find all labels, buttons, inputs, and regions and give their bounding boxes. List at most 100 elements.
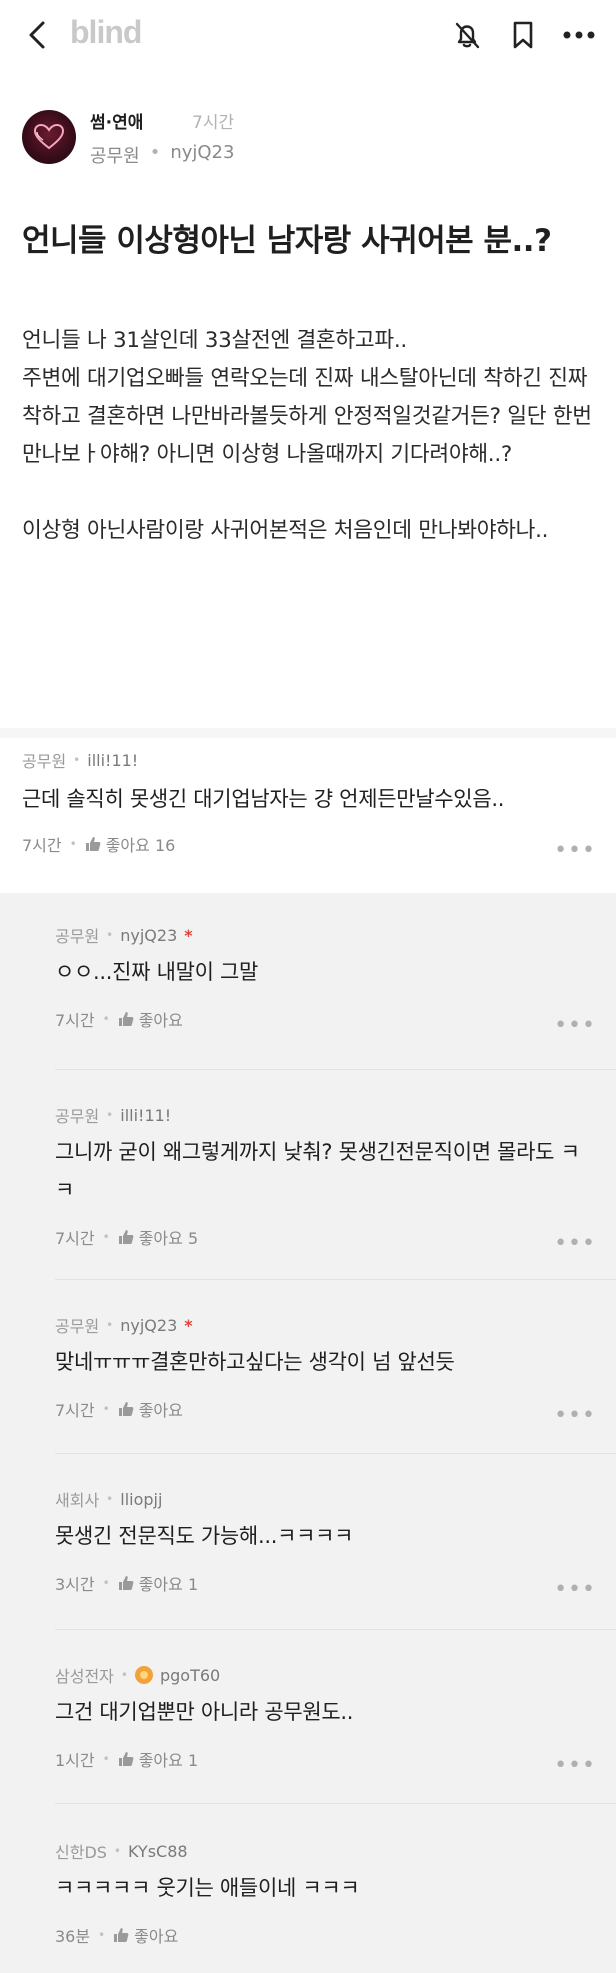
like-label: 좋아요 <box>138 1011 183 1030</box>
like-button[interactable]: 좋아요 <box>113 1923 178 1947</box>
reply-footer: 36분 • 좋아요 <box>55 1923 178 1947</box>
like-button[interactable]: 좋아요 1 <box>118 1571 198 1595</box>
separator-dot: • <box>106 928 114 942</box>
thumbs-up-icon <box>118 1752 134 1766</box>
comment-meta: 공무원 • illi!11! <box>22 748 138 772</box>
reply-thread: 공무원 • nyjQ23 * ㅇㅇ...진짜 내말이 그말 7시간 • 좋아요 … <box>0 893 616 1973</box>
top-bar: blind <box>0 0 616 70</box>
comment-time: 7시간 <box>22 836 62 855</box>
separator-dot: • <box>120 1668 128 1682</box>
like-label: 좋아요 16 <box>105 836 176 855</box>
like-label: 좋아요 <box>134 1927 179 1946</box>
section-divider <box>0 728 616 738</box>
reply-more-icon[interactable]: ••• <box>554 1013 596 1038</box>
reply-footer: 7시간 • 좋아요 <box>55 1397 183 1421</box>
comment-more-icon[interactable]: ••• <box>554 838 596 863</box>
like-button[interactable]: 좋아요 <box>118 1007 183 1031</box>
reply-more-icon[interactable]: ••• <box>554 1231 596 1256</box>
like-label: 좋아요 1 <box>138 1575 199 1594</box>
reply-more-icon[interactable]: ••• <box>554 1753 596 1778</box>
separator-dot: • <box>106 1108 114 1122</box>
reply-time: 7시간 <box>55 1401 95 1420</box>
reply-company: 공무원 <box>55 1107 100 1126</box>
reply-text: 그건 대기업뿐만 아니라 공무원도.. <box>55 1700 354 1724</box>
post-time: 7시간 <box>192 113 235 133</box>
reply-company: 새회사 <box>55 1491 100 1510</box>
reply-meta: 공무원 • nyjQ23 * <box>55 923 616 947</box>
reply-divider <box>55 1069 616 1070</box>
separator-dot: • <box>98 1928 106 1942</box>
like-label: 좋아요 5 <box>138 1229 199 1248</box>
reply-item: 공무원 • nyjQ23 * <box>55 923 616 947</box>
user-badge-icon <box>134 1666 153 1684</box>
comment-company: 공무원 <box>22 752 67 771</box>
thumbs-up-icon <box>118 1576 134 1590</box>
post-header: 썸·연애 7시간 공무원 • nyjQ23 <box>22 108 602 170</box>
reply-more-icon[interactable]: ••• <box>554 1403 596 1428</box>
post-body: 언니들 나 31살인데 33살전엔 결혼하고파.. 주변에 대기업오빠들 연락오… <box>22 328 592 543</box>
like-button[interactable]: 좋아요 <box>118 1397 183 1421</box>
reply-time: 7시간 <box>55 1229 95 1248</box>
separator-dot: • <box>106 1318 114 1332</box>
reply-meta: 새회사 • lliopjj <box>55 1487 162 1511</box>
separator-dot: • <box>102 1752 110 1766</box>
thumbs-up-icon <box>118 1012 134 1026</box>
reply-text: 못생긴 전문직도 가능해...ㅋㅋㅋㅋ <box>55 1524 354 1548</box>
reply-time: 7시간 <box>55 1011 95 1030</box>
reply-divider <box>55 1279 616 1280</box>
more-options-icon[interactable] <box>560 16 598 54</box>
reply-text: 그니까 굳이 왜그렇게까지 낮춰? 못생긴전문직이면 몰라도 ㅋㅋ <box>55 1140 580 1202</box>
notification-off-icon[interactable] <box>448 16 486 54</box>
separator-dot: • <box>102 1576 110 1590</box>
reply-nickname: pgoT60 <box>159 1665 221 1685</box>
like-label: 좋아요 1 <box>138 1751 199 1770</box>
author-mark: * <box>184 925 193 945</box>
reply-footer: 7시간 • 좋아요 5 <box>55 1225 198 1249</box>
comment-text: 근데 솔직히 못생긴 대기업남자는 걍 언제든만날수있음.. <box>22 787 505 811</box>
like-label: 좋아요 <box>138 1401 183 1420</box>
thumbs-up-icon <box>118 1230 134 1244</box>
like-button[interactable]: 좋아요 5 <box>118 1225 198 1249</box>
reply-text: ㅇㅇ...진짜 내말이 그말 <box>55 960 259 984</box>
author-nickname: nyjQ23 <box>170 142 235 163</box>
reply-footer: 3시간 • 좋아요 1 <box>55 1571 198 1595</box>
reply-more-icon[interactable]: ••• <box>554 1577 596 1602</box>
separator-dot: • <box>73 753 81 767</box>
channel-avatar[interactable] <box>22 110 76 164</box>
like-button[interactable]: 좋아요 1 <box>118 1747 198 1771</box>
author-mark: * <box>184 1315 193 1335</box>
reply-company: 공무원 <box>55 927 100 946</box>
reply-divider <box>55 1629 616 1630</box>
reply-footer: 1시간 • 좋아요 1 <box>55 1747 198 1771</box>
reply-time: 1시간 <box>55 1751 95 1770</box>
reply-company: 신한DS <box>55 1843 107 1862</box>
reply-nickname: KYsC88 <box>128 1841 188 1861</box>
reply-nickname: illi!11! <box>120 1105 172 1125</box>
reply-nickname: lliopjj <box>120 1489 163 1509</box>
reply-company: 공무원 <box>55 1317 100 1336</box>
bookmark-icon[interactable] <box>504 16 542 54</box>
comment-nickname: illi!11! <box>87 750 139 770</box>
post-title: 언니들 이상형아닌 남자랑 사귀어본 분..? <box>22 223 552 259</box>
separator-dot: • <box>102 1402 110 1416</box>
separator-dot: • <box>69 837 77 851</box>
channel-name[interactable]: 썸·연애 <box>90 108 143 133</box>
reply-company: 삼성전자 <box>55 1667 114 1686</box>
author-company: 공무원 <box>90 146 140 167</box>
reply-meta: 공무원 • nyjQ23 * <box>55 1313 193 1337</box>
reply-meta: 공무원 • illi!11! <box>55 1103 171 1127</box>
like-button[interactable]: 좋아요 16 <box>85 832 176 856</box>
comment: 공무원 • illi!11! 근데 솔직히 못생긴 대기업남자는 걍 언제든만날… <box>0 738 616 893</box>
reply-divider <box>55 1803 616 1804</box>
reply-nickname: nyjQ23 <box>120 925 178 945</box>
reply-nickname: nyjQ23 <box>120 1315 178 1335</box>
separator-dot: • <box>113 1844 121 1858</box>
thumbs-up-icon <box>85 837 101 851</box>
back-arrow-icon[interactable] <box>22 18 56 52</box>
author-line: 공무원 • nyjQ23 <box>90 142 234 168</box>
reply-time: 3시간 <box>55 1575 95 1594</box>
reply-meta: 삼성전자 • pgoT60 <box>55 1663 220 1687</box>
reply-divider <box>55 1453 616 1454</box>
app-logo[interactable]: blind <box>70 14 142 51</box>
thumbs-up-icon <box>114 1928 129 1942</box>
